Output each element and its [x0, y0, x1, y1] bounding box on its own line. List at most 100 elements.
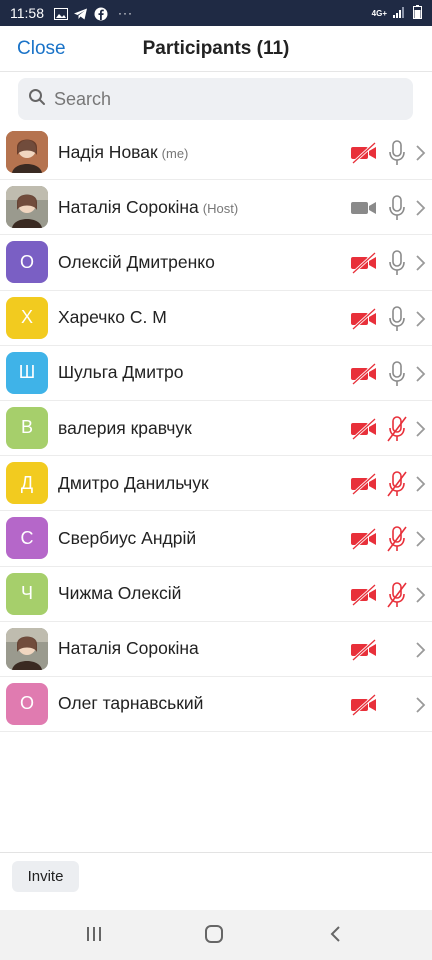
avatar [6, 131, 48, 173]
video-off-icon [350, 583, 378, 606]
chevron-right-icon[interactable] [414, 253, 426, 273]
avatar: Ш [6, 351, 48, 394]
facebook-icon [94, 7, 108, 21]
avatar: В [6, 406, 48, 449]
status-time: 11:58 [10, 5, 44, 21]
participant-row[interactable]: О Олег тарнавський [0, 677, 432, 733]
mic-muted-icon [386, 581, 408, 609]
participant-row[interactable]: Ввалерия кравчук [0, 401, 432, 457]
avatar: С [6, 517, 48, 560]
avatar-initial: Д [20, 472, 34, 493]
participant-row[interactable]: Ч Чижма Олексій [0, 567, 432, 622]
participant-name-wrap: Дмитро Данильчук [58, 473, 209, 494]
system-nav-bar [0, 910, 432, 960]
footer-bar: Invite [0, 852, 432, 908]
avatar-initial: Ш [18, 362, 36, 383]
participant-name: Олег тарнавський [58, 693, 204, 714]
chevron-right-icon[interactable] [414, 474, 426, 494]
chevron-right-icon[interactable] [414, 143, 426, 163]
chevron-right-icon[interactable] [414, 640, 426, 660]
mic-icon [386, 139, 408, 167]
participant-row[interactable]: Х Харечко С. М [0, 291, 432, 346]
avatar-initial: В [20, 417, 33, 438]
gallery-icon [54, 7, 68, 20]
participant-row[interactable]: С Свербиус Андрій [0, 511, 432, 567]
mic-icon [386, 249, 408, 277]
mic-icon [386, 305, 408, 333]
participant-name: валерия кравчук [58, 417, 192, 438]
avatar: О [6, 682, 48, 725]
participant-name-wrap: Олег тарнавський [58, 693, 203, 714]
back-icon[interactable] [326, 924, 350, 946]
participant-name-wrap: Свербиус Андрій [58, 528, 196, 549]
participant-name-wrap: Надія Новак (me) [58, 142, 188, 163]
video-off-icon [350, 693, 378, 716]
mic-icon [386, 360, 408, 388]
chevron-right-icon[interactable] [414, 309, 426, 329]
participant-name-wrap: Олексій Дмитренко [58, 252, 215, 273]
participant-name-wrap: Чижма Олексій [58, 583, 181, 604]
video-off-icon [350, 141, 378, 165]
video-off-icon [350, 638, 378, 661]
chevron-right-icon[interactable] [414, 419, 426, 439]
participant-row[interactable]: Наталія Сорокіна (Host) [0, 180, 432, 236]
chevron-right-icon[interactable] [414, 529, 426, 549]
header: Close Participants (11) [0, 26, 432, 72]
participant-name: Надія Новак [58, 141, 158, 162]
video-on-icon [350, 197, 378, 219]
participant-name: Олексій Дмитренко [58, 251, 215, 272]
participant-name: Харечко С. М [58, 307, 167, 328]
participant-name-wrap: Наталія Сорокіна [58, 638, 199, 659]
battery-icon [413, 4, 422, 22]
participant-row[interactable]: О Олексій Дмитренко [0, 235, 432, 291]
participant-name: Наталія Сорокіна [58, 196, 199, 217]
telegram-icon [74, 7, 88, 20]
avatar-initial: Х [20, 307, 33, 328]
participant-row[interactable]: Ш Шульга Дмитро [0, 346, 432, 401]
participant-role: (Host) [202, 200, 239, 216]
home-icon[interactable] [204, 924, 228, 946]
avatar [6, 186, 48, 229]
mic-icon [386, 194, 408, 222]
chevron-right-icon[interactable] [414, 585, 426, 605]
close-button[interactable]: Close [17, 38, 66, 60]
video-off-icon [350, 252, 378, 275]
chevron-right-icon[interactable] [414, 695, 426, 715]
search-input[interactable] [54, 88, 384, 110]
participant-name: Свербиус Андрій [58, 527, 197, 548]
signal-icon [393, 5, 407, 21]
network-label: 4G+ [371, 8, 387, 18]
invite-button[interactable]: Invite [12, 861, 79, 892]
participant-name-wrap: Шульга Дмитро [58, 362, 183, 383]
participant-role: (me) [161, 145, 189, 161]
chevron-right-icon[interactable] [414, 198, 426, 218]
participant-name: Чижма Олексій [58, 583, 182, 604]
avatar-initial: О [19, 251, 34, 272]
participant-list: Надія Новак (me) Наталія Сорокіна (Host) О Ол… [0, 125, 432, 733]
participant-row[interactable]: Надія Новак (me) [0, 125, 432, 181]
participant-name-wrap: валерия кравчук [58, 418, 192, 439]
video-off-icon [350, 307, 378, 330]
video-off-icon [350, 362, 378, 385]
participant-row[interactable]: Д Дмитро Данильчук [0, 456, 432, 512]
mic-muted-icon [386, 415, 408, 443]
search-icon [28, 88, 46, 111]
participant-name-wrap: Харечко С. М [58, 307, 167, 328]
avatar: Х [6, 296, 48, 339]
avatar [6, 627, 48, 670]
participant-row[interactable]: Наталія Сорокіна [0, 622, 432, 677]
video-off-icon [350, 473, 378, 496]
search-bar[interactable] [18, 78, 413, 120]
recent-apps-icon[interactable] [84, 924, 108, 946]
avatar-initial: О [19, 693, 34, 714]
status-bar: 11:58 ··· 4G+ [0, 0, 432, 26]
chevron-right-icon[interactable] [414, 364, 426, 384]
video-off-icon [350, 528, 378, 551]
network-type: 4G+ [372, 9, 387, 18]
avatar: Д [6, 462, 48, 505]
avatar: О [6, 241, 48, 284]
avatar-initial: Ч [21, 583, 33, 603]
participant-name: Дмитро Данильчук [58, 472, 209, 493]
participant-name: Наталія Сорокіна [58, 638, 199, 659]
avatar-initial: С [20, 527, 34, 548]
